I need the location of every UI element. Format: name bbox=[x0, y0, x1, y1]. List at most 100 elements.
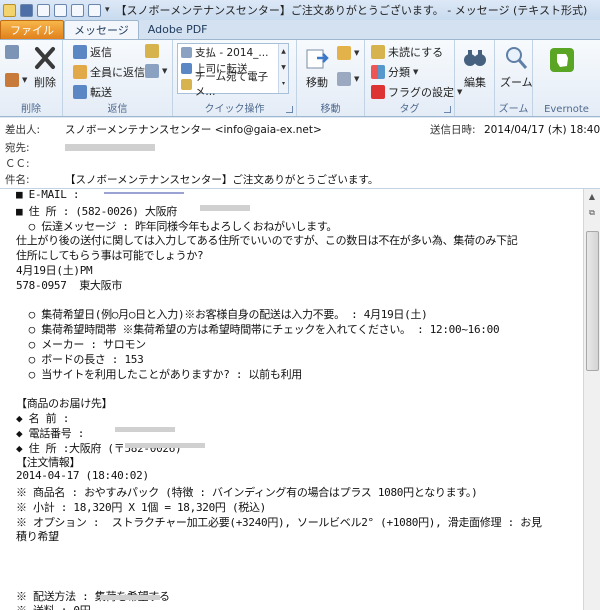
chevron-down-icon: ▼ bbox=[354, 75, 360, 83]
scroll-up-icon[interactable]: ▲ bbox=[584, 189, 600, 205]
quick-step-item[interactable]: チーム宛て電子メ... bbox=[178, 71, 288, 98]
reply-group: 返信 全員に返信 転送 ▼ 返信 bbox=[63, 40, 173, 116]
ignore-icon bbox=[5, 45, 19, 59]
reply-all-icon bbox=[73, 65, 87, 79]
sent-value: 2014/04/17 (木) 18:40 bbox=[484, 124, 600, 136]
move-label: 移動 bbox=[306, 76, 328, 89]
body-line: 仕上がり後の送付に関しては入力してある住所でいいのですが、この数日は不在が多い為… bbox=[16, 234, 518, 248]
reply-all-button[interactable]: 全員に返信 bbox=[73, 64, 145, 80]
flag-icon bbox=[371, 85, 385, 99]
reply-icon bbox=[73, 45, 87, 59]
body-line: 積り希望 bbox=[16, 530, 59, 544]
forward-button[interactable]: 転送 bbox=[73, 84, 112, 100]
body-line: ※ 商品名 : おやすみパック (特徴 : バインディング有の場合はプラス 10… bbox=[16, 486, 478, 499]
chevron-down-icon: ▼ bbox=[354, 49, 360, 57]
tags-group: 未読にする 分類 ▼ フラグの設定 ▼ タグ bbox=[365, 40, 462, 116]
mark-unread-button[interactable]: 未読にする bbox=[371, 44, 443, 60]
zoom-label: ズーム bbox=[500, 76, 533, 89]
customize-qat-icon[interactable]: ▾ bbox=[105, 5, 110, 15]
tab-adobe-pdf[interactable]: Adobe PDF bbox=[139, 20, 217, 39]
message-text[interactable]: ■ E-MAIL : ■ 住 所 : (582-0026) 大阪府 ○ 伝達メッセ… bbox=[16, 189, 579, 610]
window-title: 【スノボーメンテナンスセンター】ご注文ありがとうございます。 - メッセージ (… bbox=[115, 4, 588, 17]
redacted-recipient-name bbox=[115, 427, 175, 432]
categorize-label: 分類 bbox=[388, 66, 410, 79]
undo-icon[interactable] bbox=[37, 3, 50, 17]
body-line: ※ 送料 : 0円 bbox=[16, 602, 91, 610]
body-line: 【商品のお届け先】 bbox=[16, 397, 113, 411]
reply-group-label: 返信 bbox=[107, 104, 128, 115]
follow-up-button[interactable]: フラグの設定 ▼ bbox=[371, 84, 462, 100]
zoom-group-label: ズーム bbox=[498, 104, 529, 115]
envelope-icon bbox=[371, 45, 385, 59]
quick-step-item[interactable]: 支払 - 2014_... bbox=[178, 44, 288, 60]
redo-icon[interactable] bbox=[54, 3, 67, 17]
vertical-scrollbar[interactable]: ▲ ⧉ bbox=[583, 189, 600, 610]
chevron-down-icon: ▼ bbox=[413, 68, 419, 76]
redacted-address bbox=[200, 205, 250, 211]
quick-steps-group-label: クイック操作 bbox=[204, 104, 265, 115]
move-button[interactable]: 移動 bbox=[303, 44, 331, 90]
redacted-name bbox=[100, 595, 160, 600]
more-respond-button[interactable]: ▼ bbox=[145, 64, 167, 78]
down-arrow-icon[interactable] bbox=[88, 3, 101, 17]
team-mail-icon bbox=[181, 78, 192, 90]
evernote-elephant-icon bbox=[550, 48, 574, 72]
save-icon[interactable] bbox=[20, 3, 33, 17]
rules-button[interactable]: ▼ bbox=[337, 46, 359, 60]
from-label: 差出人: bbox=[5, 124, 41, 136]
quick-access-toolbar: ▾ bbox=[0, 3, 110, 17]
quick-steps-gallery: 支払 - 2014_... 上司に転送 チーム宛て電子メ... ▲ ▼ ▾ bbox=[177, 43, 289, 98]
chevron-down-icon: ▼ bbox=[22, 76, 28, 84]
binoculars-icon bbox=[464, 50, 486, 66]
subject-value: 【スノボーメンテナンスセンター】ご注文ありがとうございます。 bbox=[65, 174, 379, 186]
magnifier-icon bbox=[506, 47, 528, 69]
outlook-app-icon[interactable] bbox=[3, 3, 16, 17]
move-folder-icon bbox=[306, 49, 329, 69]
zoom-group: ズーム ズーム bbox=[495, 40, 533, 116]
subject-label: 件名: bbox=[5, 174, 30, 186]
evernote-button[interactable] bbox=[548, 46, 576, 74]
ribbon-tabs: ファイル メッセージ Adobe PDF bbox=[0, 20, 600, 39]
reply-button[interactable]: 返信 bbox=[73, 44, 112, 60]
move-group-label: 移動 bbox=[320, 104, 341, 115]
edit-button[interactable]: 編集 bbox=[461, 44, 489, 90]
tab-file[interactable]: ファイル bbox=[0, 20, 64, 39]
forward-label: 転送 bbox=[90, 86, 112, 99]
body-line: ※ 小計 : 18,320円 X 1個 = 18,320円 (税込) bbox=[16, 500, 266, 514]
evernote-group-label: Evernote bbox=[544, 104, 589, 115]
quick-step-label: チーム宛て電子メ... bbox=[194, 71, 269, 98]
body-line: ※ オプション : ストラクチャー加工必要(+3240円), ソールビベル2° … bbox=[16, 515, 542, 529]
delete-button[interactable]: 削除 bbox=[31, 44, 59, 90]
forward-icon bbox=[181, 62, 192, 74]
categorize-button[interactable]: 分類 ▼ bbox=[371, 64, 418, 80]
up-arrow-icon[interactable] bbox=[71, 3, 84, 17]
delete-group: ▼ 削除 削除 bbox=[0, 40, 63, 116]
scrollbar-thumb[interactable] bbox=[586, 231, 599, 371]
body-line: 【注文情報】 bbox=[16, 456, 81, 470]
ignore-button[interactable] bbox=[5, 45, 19, 59]
mark-unread-label: 未読にする bbox=[388, 46, 444, 59]
folder-icon bbox=[181, 46, 192, 58]
meeting-button[interactable] bbox=[145, 44, 159, 58]
from-value[interactable]: スノボーメンテナンスセンター <info@gaia-ex.net> bbox=[65, 122, 322, 137]
tab-message[interactable]: メッセージ bbox=[64, 20, 139, 39]
reply-label: 返信 bbox=[90, 46, 112, 59]
delete-label: 削除 bbox=[34, 76, 56, 89]
to-label: 宛先: bbox=[5, 142, 30, 154]
body-line: ○ メーカー : サロモン bbox=[16, 338, 147, 351]
redacted-phone bbox=[125, 443, 205, 448]
delete-group-label: 削除 bbox=[21, 104, 41, 115]
rules-icon bbox=[337, 46, 351, 60]
body-line: ○ ボードの長さ : 153 bbox=[16, 352, 144, 366]
body-line: ■ 住 所 : (582-0026) 大阪府 bbox=[16, 204, 177, 218]
attachment-icon[interactable]: ⧉ bbox=[584, 205, 600, 221]
body-line: ◆ 名 前 : bbox=[16, 412, 70, 425]
quick-steps-group: 支払 - 2014_... 上司に転送 チーム宛て電子メ... ▲ ▼ ▾ クイック… bbox=[173, 40, 297, 116]
message-body[interactable]: ■ E-MAIL : ■ 住 所 : (582-0026) 大阪府 ○ 伝達メッセ… bbox=[0, 188, 600, 610]
categorize-icon bbox=[371, 65, 385, 79]
actions-button[interactable]: ▼ bbox=[337, 72, 359, 86]
quick-steps-scroll[interactable]: ▲ ▼ ▾ bbox=[278, 44, 288, 93]
zoom-button[interactable]: ズーム bbox=[500, 44, 533, 90]
redacted-email-underline bbox=[104, 192, 184, 194]
junk-button[interactable]: ▼ bbox=[5, 73, 27, 87]
